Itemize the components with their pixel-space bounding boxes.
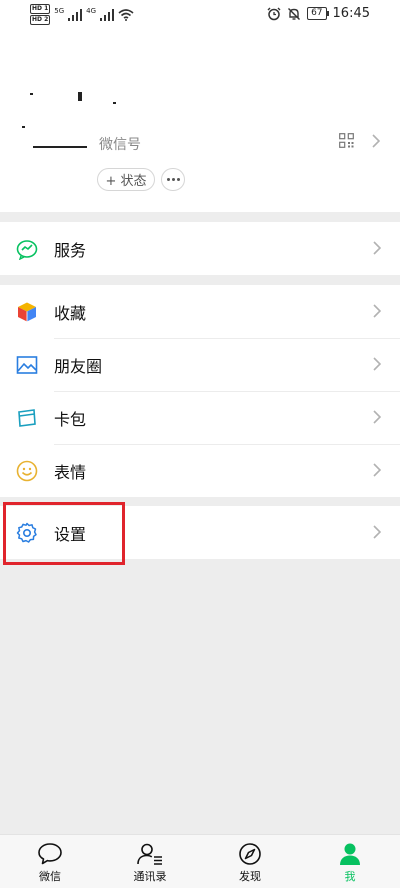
- add-status-button[interactable]: + 状态: [97, 168, 155, 191]
- chevron-right-icon: [373, 357, 381, 371]
- status-bar: HD 1 HD 2 5G 4G 67 16:45: [0, 0, 400, 30]
- tab-chats[interactable]: 微信: [0, 835, 100, 888]
- redacted-mark: [78, 92, 82, 101]
- chat-bubble-icon: [38, 843, 62, 865]
- menu-item-label: 收藏: [54, 303, 87, 323]
- services-icon: [16, 240, 38, 260]
- signal2-label: 4G: [86, 6, 97, 15]
- signal-bars-icon: [100, 8, 115, 21]
- chevron-right-icon: [373, 241, 381, 255]
- redacted-mark: [33, 146, 87, 148]
- tab-label: 我: [344, 870, 356, 883]
- tab-label: 微信: [39, 870, 61, 883]
- bottom-tab-bar: 微信 通讯录 发现 我: [0, 834, 400, 888]
- wifi-icon: [118, 8, 134, 21]
- tab-discover[interactable]: 发现: [200, 835, 300, 888]
- alarm-icon: [267, 7, 281, 20]
- dot: [171, 178, 175, 181]
- section-services: 服务: [0, 222, 400, 275]
- tab-label: 发现: [239, 870, 261, 883]
- menu-item-services[interactable]: 服务: [0, 222, 400, 275]
- dot: [166, 178, 170, 181]
- section-collections: 收藏 朋友圈 卡包 表情: [0, 285, 400, 497]
- hd1-tag: HD 1: [30, 4, 51, 14]
- moments-image-icon: [16, 356, 38, 374]
- chevron-right-icon: [373, 463, 381, 477]
- contacts-icon: [137, 843, 162, 865]
- tab-label: 通讯录: [133, 870, 167, 883]
- wechat-id-label: 微信号: [99, 137, 141, 153]
- menu-item-moments[interactable]: 朋友圈: [0, 338, 400, 391]
- person-icon: [340, 843, 360, 865]
- menu-item-label: 服务: [54, 240, 87, 260]
- battery-icon: 67: [307, 7, 330, 20]
- hd-tags: HD 1 HD 2: [30, 4, 51, 25]
- dot: [176, 178, 180, 181]
- redacted-mark: [30, 93, 33, 95]
- redacted-mark: [113, 102, 116, 104]
- menu-item-cards[interactable]: 卡包: [0, 391, 400, 444]
- highlight-box: [3, 502, 125, 565]
- status-bar-right: 67 16:45: [267, 6, 370, 21]
- tab-contacts[interactable]: 通讯录: [100, 835, 200, 888]
- profile-header[interactable]: 微信号 + 状态: [0, 30, 400, 212]
- hd2-tag: HD 2: [30, 15, 51, 25]
- smiley-icon: [16, 460, 38, 482]
- menu-item-label: 卡包: [54, 409, 87, 429]
- wallet-cards-icon: [18, 409, 36, 427]
- status-bar-left: HD 1 HD 2 5G 4G: [30, 4, 134, 25]
- redacted-mark: [22, 126, 25, 128]
- signal1-label: 5G: [54, 6, 65, 15]
- menu-item-stickers[interactable]: 表情: [0, 444, 400, 497]
- chevron-right-icon: [373, 304, 381, 318]
- menu-item-label: 表情: [54, 462, 87, 482]
- signal-bars-icon: [68, 8, 83, 21]
- chevron-right-icon: [372, 134, 380, 148]
- clock-time: 16:45: [332, 6, 370, 21]
- favorites-cube-icon: [18, 302, 36, 322]
- tab-me[interactable]: 我: [300, 835, 400, 888]
- chevron-right-icon: [373, 410, 381, 424]
- mute-icon: [288, 7, 301, 20]
- add-status-label: + 状态: [105, 174, 147, 189]
- more-button[interactable]: [161, 168, 185, 191]
- chevron-right-icon: [373, 525, 381, 539]
- menu-item-label: 朋友圈: [54, 356, 103, 376]
- compass-icon: [239, 843, 261, 865]
- qr-code-icon[interactable]: [339, 133, 354, 148]
- menu-item-favorites[interactable]: 收藏: [0, 285, 400, 338]
